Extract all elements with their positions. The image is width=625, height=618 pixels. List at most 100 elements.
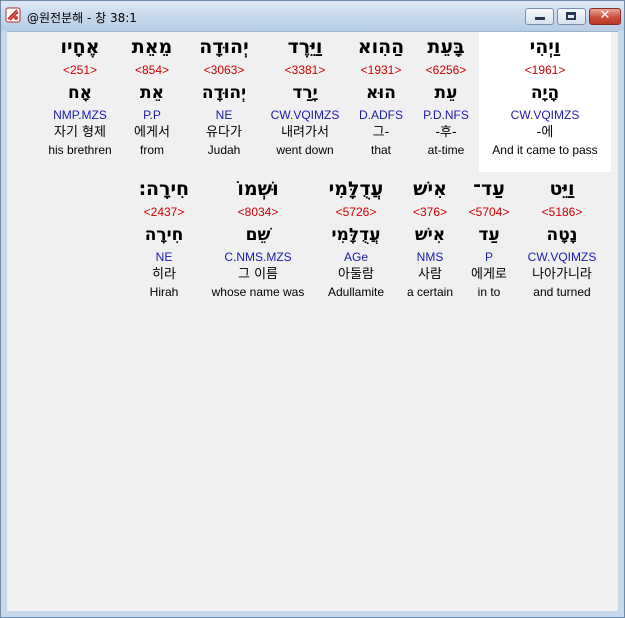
english-gloss: a certain [406,285,454,299]
word-ushmo[interactable]: וּשְׁמוֹ <8034> שֵׁם C.NMS.MZS 그 이름 whos… [205,174,311,300]
lemma: נָטָה [546,225,578,245]
strong-number-link[interactable]: <3381> [265,62,345,78]
korean-gloss: 에게서 [134,125,170,140]
word-vayehi[interactable]: וַיְהִי <1961> הָיָה CW.VQIMZS -에 And it… [479,32,611,172]
parsing-code: P.D.NFS [423,108,469,122]
english-gloss: at-time [427,143,465,157]
lemma: חִירָה [144,225,184,245]
frame-right [618,31,624,611]
korean-gloss: -후- [435,125,457,140]
lemma: עֵת [434,83,458,103]
korean-gloss: 아둘람 [338,267,374,282]
lemma: עַד [478,225,500,245]
word-baet[interactable]: בָּעֵת <6256> עֵת P.D.NFS -후- at-time [417,32,475,158]
hebrew-word: יְהוּדָה [199,36,249,58]
word-echav[interactable]: אֶחָיו <251> אָח NMP.MZS 자기 형제 his breth… [43,32,117,158]
word-ad[interactable]: עַד־ <5704> עַד P 에게로 in to [463,174,515,300]
strong-number-link[interactable]: <6256> [417,62,475,78]
hebrew-word: מֵאֵת [131,36,173,58]
hebrew-word: וַיֵּרֶד [287,36,323,58]
strong-number-link[interactable]: <3063> [187,62,261,78]
hebrew-word: בָּעֵת [427,36,465,58]
window-title: @원전분해 - 창 38:1 [27,11,137,25]
frame-bottom [1,611,624,617]
parsing-code: NMP.MZS [53,108,107,122]
korean-gloss: 내려가서 [281,125,329,140]
english-gloss: that [370,143,391,157]
korean-gloss: 유다가 [206,125,242,140]
lemma: עֲדֻלָּמִי [331,225,381,245]
word-meet[interactable]: מֵאֵת <854> אֵת P.P 에게서 from [121,32,183,158]
close-icon: ✕ [599,8,611,23]
strong-number-link[interactable]: <5726> [315,204,397,220]
lemma: אֵת [140,83,164,103]
korean-gloss: 그- [372,125,390,140]
korean-gloss: 그 이름 [237,267,278,282]
maximize-button[interactable] [557,8,586,25]
english-gloss: whose name was [211,285,305,299]
parsing-code: P.P [143,108,161,122]
korean-gloss: 에게로 [471,267,507,282]
strong-number-link[interactable]: <1931> [349,62,413,78]
english-gloss: Hirah [149,285,179,299]
hebrew-word: וַיְהִי [529,36,561,58]
maximize-icon [566,12,576,20]
lemma: שֵׁם [245,225,271,245]
parsing-code: CW.VQIMZS [527,250,597,264]
parsing-code: D.ADFS [358,108,403,122]
hebrew-word: עֲדֻלָּמִי [328,178,384,200]
parsing-code: CW.VQIMZS [270,108,340,122]
lemma: אָח [67,83,93,103]
lemma: הָיָה [530,83,560,103]
close-button[interactable]: ✕ [589,8,621,25]
word-vayered[interactable]: וַיֵּרֶד <3381> יָרַד CW.VQIMZS 내려가서 wen… [265,32,345,158]
word-yehudah[interactable]: יְהוּדָה <3063> יְהוּדָה NE 유다가 Judah [187,32,261,158]
word-hahi[interactable]: הַהִוא <1931> הוּא D.ADFS 그- that [349,32,413,158]
hebrew-word: חִירָה׃ [138,178,190,200]
parsing-code: NE [155,250,173,264]
parsing-code: CW.VQIMZS [510,108,580,122]
hebrew-word: וּשְׁמוֹ [237,178,279,200]
parsing-code: NMS [416,250,444,264]
parsing-code: NE [215,108,233,122]
korean-gloss: -에 [536,125,554,140]
title-bar[interactable]: @원전분해 - 창 38:1 ✕ [1,1,624,32]
lemma: אִישׁ [414,225,446,245]
english-gloss: from [140,143,164,157]
strong-number-link[interactable]: <5704> [463,204,515,220]
english-gloss: his brethren [48,143,112,157]
parsing-code: AGe [343,250,368,264]
hebrew-word: אִישׁ [413,178,447,200]
english-gloss: in to [477,285,501,299]
korean-gloss: 자기 형제 [54,125,106,140]
minimize-icon [535,17,545,20]
strong-number-link[interactable]: <5186> [519,204,605,220]
strong-number-link[interactable]: <2437> [131,204,197,220]
word-hirah[interactable]: חִירָה׃ <2437> חִירָה NE 히라 Hirah [131,174,197,300]
korean-gloss: 사람 [418,267,442,282]
word-adullami[interactable]: עֲדֻלָּמִי <5726> עֲדֻלָּמִי AGe 아둘람 Adu… [315,174,397,300]
hebrew-word: עַד־ [473,178,505,200]
lemma: יְהוּדָה [201,83,247,103]
strong-number-link[interactable]: <376> [401,204,459,220]
minimize-button[interactable] [525,8,554,25]
english-gloss: went down [276,143,334,157]
hebrew-word: הַהִוא [357,36,405,58]
app-logo-icon [5,7,21,23]
english-gloss: Adullamite [327,285,385,299]
strong-number-link[interactable]: <1961> [479,62,611,78]
hebrew-word: אֶחָיו [60,36,100,58]
english-gloss: Judah [207,143,241,157]
interlinear-panel: וַיְהִי <1961> הָיָה CW.VQIMZS -에 And it… [7,32,618,611]
strong-number-link[interactable]: <8034> [205,204,311,220]
strong-number-link[interactable]: <251> [43,62,117,78]
app-window: @원전분해 - 창 38:1 ✕ וַיְהִי <1961> הָיָה CW… [0,0,625,618]
hebrew-word: וַיֵּט [549,178,575,200]
parsing-code: C.NMS.MZS [224,250,292,264]
strong-number-link[interactable]: <854> [121,62,183,78]
korean-gloss: 히라 [152,267,176,282]
parsing-code: P [484,250,493,264]
english-gloss: and turned [533,285,591,299]
word-vayet[interactable]: וַיֵּט <5186> נָטָה CW.VQIMZS 나아가니라 and … [519,174,605,300]
word-ish[interactable]: אִישׁ <376> אִישׁ NMS 사람 a certain [401,174,459,300]
